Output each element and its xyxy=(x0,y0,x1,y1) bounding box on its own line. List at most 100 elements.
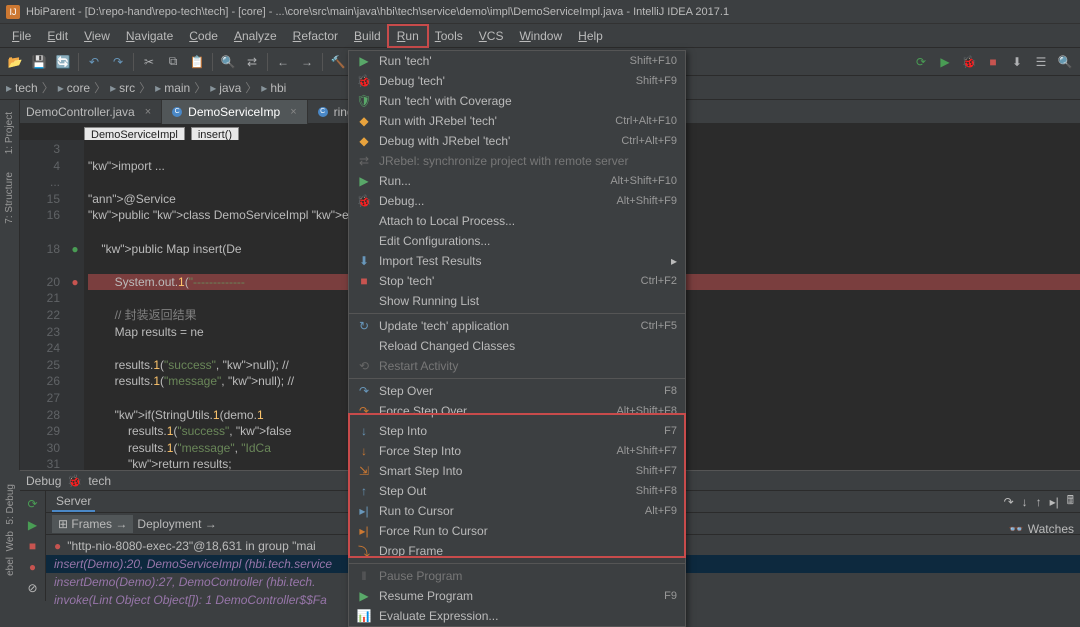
run-menu[interactable]: ▶Run 'tech'Shift+F10🐞Debug 'tech'Shift+F… xyxy=(348,50,686,627)
breadcrumb-item[interactable]: ▸ hbi xyxy=(261,81,286,95)
frames-label[interactable]: ⊞ Frames → xyxy=(52,515,133,533)
menu-item[interactable]: Show Running List xyxy=(349,291,685,311)
debug-title: Debug xyxy=(26,474,61,488)
menu-tools[interactable]: Tools xyxy=(427,26,471,46)
run-to-cursor-icon[interactable]: ▸| xyxy=(1050,495,1059,509)
menubar[interactable]: FileEditViewNavigateCodeAnalyzeRefactorB… xyxy=(0,24,1080,48)
menu-item[interactable]: ↓Step IntoF7 xyxy=(349,421,685,441)
cut-icon[interactable]: ✂ xyxy=(138,51,160,73)
editor-tab[interactable]: CDemoServiceImp× xyxy=(162,100,307,124)
back-icon[interactable]: ← xyxy=(272,51,294,73)
paste-icon[interactable]: 📋 xyxy=(186,51,208,73)
step-over-icon[interactable]: ↷ xyxy=(1004,495,1014,509)
debug-icon[interactable]: 🐞 xyxy=(958,51,980,73)
web-tab[interactable]: Web xyxy=(5,531,16,551)
sync-dis-icon: ⇄ xyxy=(357,154,371,168)
vcs-icon[interactable]: ⬇ xyxy=(1006,51,1028,73)
menu-item[interactable]: ▸|Run to CursorAlt+F9 xyxy=(349,501,685,521)
run-icon[interactable]: ▶ xyxy=(934,51,956,73)
menu-view[interactable]: View xyxy=(76,26,118,46)
menu-edit[interactable]: Edit xyxy=(39,26,76,46)
menu-item[interactable]: 🐞Debug 'tech'Shift+F9 xyxy=(349,71,685,91)
menu-item[interactable]: ⇲Smart Step IntoShift+F7 xyxy=(349,461,685,481)
menu-item[interactable]: ▶Run...Alt+Shift+F10 xyxy=(349,171,685,191)
watches-header[interactable]: 👓 Watches xyxy=(1009,522,1074,536)
menu-window[interactable]: Window xyxy=(511,26,570,46)
menu-analyze[interactable]: Analyze xyxy=(226,26,285,46)
build-icon[interactable]: 🔨 xyxy=(327,51,349,73)
stop-icon[interactable]: ■ xyxy=(982,51,1004,73)
mute-icon[interactable]: ⊘ xyxy=(24,580,42,597)
breadcrumb-item[interactable]: ▸ java xyxy=(210,81,241,95)
rerun-icon[interactable]: ⟳ xyxy=(24,495,42,512)
blank-icon xyxy=(357,214,371,228)
find-icon[interactable]: 🔍 xyxy=(217,51,239,73)
menu-item[interactable]: 🐞Debug...Alt+Shift+F9 xyxy=(349,191,685,211)
open-icon[interactable]: 📂 xyxy=(4,51,26,73)
menu-build[interactable]: Build xyxy=(346,26,389,46)
menu-item[interactable]: ■Stop 'tech'Ctrl+F2 xyxy=(349,271,685,291)
search-icon[interactable]: 🔍 xyxy=(1054,51,1076,73)
project-tab[interactable]: 1: Project xyxy=(4,108,15,158)
menu-item[interactable]: Edit Configurations... xyxy=(349,231,685,251)
evaluate-icon[interactable]: 🖩 xyxy=(1067,491,1074,512)
sync-icon[interactable]: 🔄 xyxy=(52,51,74,73)
force-step-over-icon: ↷ xyxy=(357,404,371,418)
step-into-icon[interactable]: ↓ xyxy=(1022,495,1028,509)
debug-tab[interactable]: 5: Debug xyxy=(5,484,16,525)
close-tab-icon[interactable]: × xyxy=(290,106,296,118)
editor-tab[interactable]: CDemoController.java× xyxy=(0,100,162,124)
resume-icon[interactable]: ▶ xyxy=(24,516,42,533)
menu-code[interactable]: Code xyxy=(181,26,226,46)
breadcrumb-item[interactable]: ▸ main xyxy=(155,81,190,95)
menu-item[interactable]: ◆Debug with JRebel 'tech'Ctrl+Alt+F9 xyxy=(349,131,685,151)
blank-icon xyxy=(357,234,371,248)
replace-icon[interactable]: ⇄ xyxy=(241,51,263,73)
menu-item[interactable]: ⬇Import Test Results▸ xyxy=(349,251,685,271)
menu-item[interactable]: ▸|Force Run to Cursor xyxy=(349,521,685,541)
close-tab-icon[interactable]: × xyxy=(145,106,151,118)
step-out-icon[interactable]: ↑ xyxy=(1036,495,1042,509)
menu-item[interactable]: ↓Force Step IntoAlt+Shift+F7 xyxy=(349,441,685,461)
menu-item[interactable]: ↷Step OverF8 xyxy=(349,381,685,401)
breadcrumb-item[interactable]: ▸ tech xyxy=(6,81,38,95)
stop-icon[interactable]: ■ xyxy=(24,537,42,554)
jrebel-tab[interactable]: ebel xyxy=(5,557,16,576)
menu-item[interactable]: ↻Update 'tech' applicationCtrl+F5 xyxy=(349,316,685,336)
breakpoints-icon[interactable]: ● xyxy=(24,559,42,576)
deploy-label[interactable]: Deployment → xyxy=(137,517,216,531)
forward-icon[interactable]: → xyxy=(296,51,318,73)
menu-item[interactable]: ◆Run with JRebel 'tech'Ctrl+Alt+F10 xyxy=(349,111,685,131)
menu-item[interactable]: ↷Force Step OverAlt+Shift+F8 xyxy=(349,401,685,421)
copy-icon[interactable]: ⧉ xyxy=(162,51,184,73)
breadcrumb-item[interactable]: ▸ core xyxy=(58,81,90,95)
force-run-cursor-icon: ▸| xyxy=(357,524,371,538)
menu-refactor[interactable]: Refactor xyxy=(285,26,346,46)
menu-item[interactable]: Reload Changed Classes xyxy=(349,336,685,356)
run-cursor-icon: ▸| xyxy=(357,504,371,518)
breadcrumb-item[interactable]: ▸ src xyxy=(110,81,135,95)
save-icon[interactable]: 💾 xyxy=(28,51,50,73)
watches-label: Watches xyxy=(1028,522,1074,536)
structure-tab[interactable]: 7: Structure xyxy=(4,168,15,228)
structure-icon[interactable]: ☰ xyxy=(1030,51,1052,73)
menu-item[interactable]: ▶Run 'tech'Shift+F10 xyxy=(349,51,685,71)
menu-run[interactable]: Run xyxy=(389,26,427,46)
menu-navigate[interactable]: Navigate xyxy=(118,26,181,46)
menu-item[interactable]: 📊Evaluate Expression... xyxy=(349,606,685,626)
redo-icon[interactable]: ↷ xyxy=(107,51,129,73)
menu-item[interactable]: ⤵Drop Frame xyxy=(349,541,685,561)
menu-file[interactable]: File xyxy=(4,26,39,46)
watches-icon: 👓 xyxy=(1009,522,1024,536)
separator xyxy=(212,53,213,71)
undo-icon[interactable]: ↶ xyxy=(83,51,105,73)
update-icon[interactable]: ⟳ xyxy=(910,51,932,73)
server-tab[interactable]: Server xyxy=(52,492,95,512)
menu-item[interactable]: ↑Step OutShift+F8 xyxy=(349,481,685,501)
menu-item[interactable]: 🛡Run 'tech' with Coverage xyxy=(349,91,685,111)
menu-item: ⟲Restart Activity xyxy=(349,356,685,376)
menu-help[interactable]: Help xyxy=(570,26,611,46)
menu-item[interactable]: ▶Resume ProgramF9 xyxy=(349,586,685,606)
menu-vcs[interactable]: VCS xyxy=(471,26,512,46)
menu-item[interactable]: Attach to Local Process... xyxy=(349,211,685,231)
